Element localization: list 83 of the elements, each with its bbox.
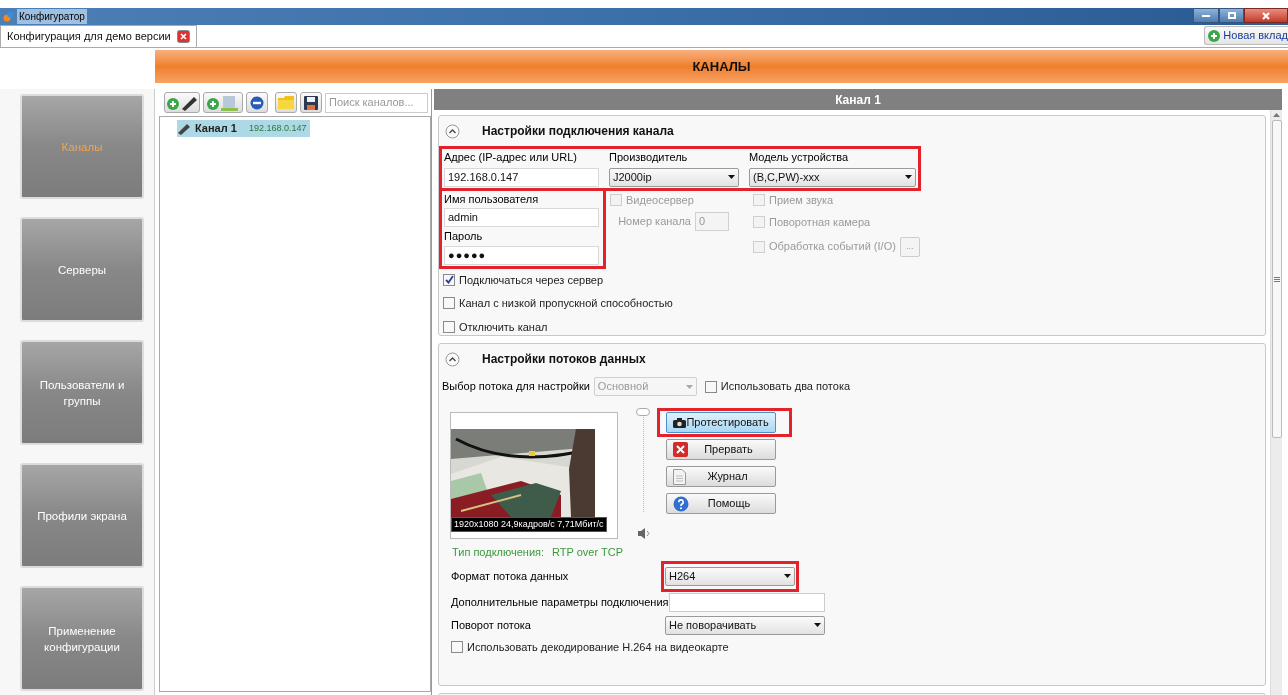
nav-button[interactable]: Профили экрана	[20, 463, 144, 568]
help-icon	[673, 495, 689, 512]
checkbox-label: Подключаться через сервер	[459, 272, 604, 288]
nav-button[interactable]: Серверы	[20, 217, 144, 322]
minimize-icon	[1202, 14, 1210, 17]
scroll-up-icon[interactable]	[1273, 110, 1280, 120]
field-label: Выбор потока для настройки	[442, 379, 590, 395]
field-label: Формат потока данных	[451, 568, 570, 584]
checkbox[interactable]	[443, 273, 455, 286]
new-tab-button[interactable]: Новая вклад	[1204, 26, 1288, 45]
stream-info: 1920x1080 24,9кадров/с 7,71Мбит/с	[451, 517, 607, 532]
collapse-icon[interactable]	[445, 351, 460, 367]
input-field[interactable]	[669, 592, 825, 612]
nav-button[interactable]: Применение конфигурации	[20, 586, 144, 691]
nav-button[interactable]: Пользователи и группы	[20, 340, 144, 445]
field-label: Номер канала	[618, 214, 691, 230]
dropdown[interactable]: H264	[665, 566, 795, 586]
tab[interactable]: Конфигурация для демо версии	[0, 25, 197, 47]
action-button[interactable]: Протестировать	[666, 412, 776, 433]
caret-icon	[905, 175, 912, 179]
minus-icon	[250, 95, 264, 110]
close-icon	[1262, 11, 1270, 20]
add-server-icon	[206, 94, 240, 111]
remove-button[interactable]	[246, 92, 268, 113]
plus-icon	[1208, 29, 1221, 42]
collapse-icon[interactable]	[445, 123, 460, 139]
panel-header: Канал 1	[434, 89, 1282, 110]
dropdown[interactable]: J2000ip	[609, 167, 739, 187]
field-label: Модель устройства	[749, 150, 850, 165]
app-icon	[3, 11, 14, 22]
checkbox[interactable]	[451, 640, 463, 653]
speaker-icon	[637, 528, 651, 539]
action-button[interactable]: Прервать	[666, 439, 776, 460]
checkbox-label: Прием звука	[769, 192, 834, 208]
folder-icon	[278, 96, 294, 109]
document-icon	[673, 468, 686, 485]
field-label: Поворот потока	[451, 617, 532, 633]
restore-icon	[1227, 12, 1236, 19]
scrollbar[interactable]	[1270, 110, 1282, 695]
close-icon[interactable]	[176, 30, 190, 43]
field-label: Дополнительные параметры подключения	[451, 594, 669, 610]
window-title: Конфигуратор	[17, 9, 87, 24]
grip-icon	[1273, 276, 1280, 282]
connection-type-value: RTP over TCP	[552, 545, 623, 560]
field-label: Адрес (IP-адрес или URL)	[444, 150, 579, 165]
volume-slider[interactable]	[636, 408, 652, 512]
checkbox[interactable]	[704, 380, 717, 393]
checkbox-label: Отключить канал	[459, 319, 548, 335]
checkbox-label: Поворотная камера	[769, 215, 871, 230]
checkbox[interactable]	[443, 297, 455, 310]
slider-thumb[interactable]	[636, 408, 650, 416]
caret-icon	[728, 175, 735, 179]
connection-type-label: Тип подключения:	[452, 545, 545, 560]
scroll-thumb[interactable]	[1271, 120, 1282, 438]
maximize-button[interactable]	[1219, 8, 1244, 23]
dropdown[interactable]: (B,C,PW)-xxx	[749, 167, 916, 187]
close-icon	[673, 442, 688, 457]
section-banner: КАНАЛЫ	[155, 50, 1288, 83]
save-icon	[304, 95, 318, 110]
dropdown[interactable]: Не поворачивать	[665, 615, 825, 635]
field-label: Имя пользователя	[444, 191, 540, 207]
checkbox-label: Видеосервер	[626, 192, 694, 208]
checkbox-label: Использовать два потока	[720, 379, 851, 395]
checkbox-label: Обработка событий (I/O)	[769, 239, 896, 255]
checkbox-label: Канал с низкой пропускной способностью	[459, 296, 673, 311]
field-label: Пароль	[444, 229, 484, 244]
save-button[interactable]	[300, 92, 322, 113]
action-button[interactable]: Помощь	[666, 493, 776, 514]
input-field[interactable]: 192.168.0.147	[444, 167, 599, 187]
input-field[interactable]: ●●●●●	[444, 245, 599, 265]
section-title: Настройки подключения канала	[482, 123, 674, 140]
caret-icon	[685, 384, 693, 389]
checkbox-label: Использовать декодирование H.264 на видеокарте	[467, 639, 729, 655]
caret-icon	[784, 574, 791, 578]
caret-icon	[814, 623, 821, 627]
field-label: Производитель	[609, 150, 689, 165]
channel-item[interactable]: Канал 1 192.168.0.147	[177, 120, 311, 137]
minimize-button[interactable]	[1193, 8, 1219, 23]
input-field[interactable]: admin	[444, 208, 599, 227]
section-title: Настройки потоков данных	[482, 351, 646, 368]
close-button[interactable]	[1244, 8, 1288, 23]
checkbox[interactable]	[443, 320, 455, 333]
action-button[interactable]: Журнал	[666, 466, 776, 487]
